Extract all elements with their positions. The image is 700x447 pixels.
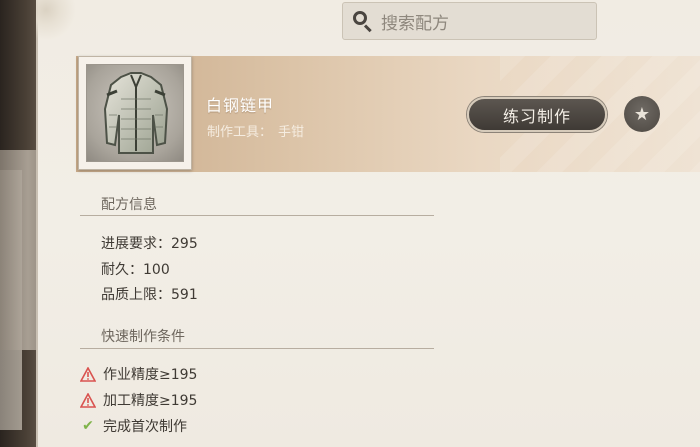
side-tab (0, 150, 40, 350)
search-icon[interactable] (351, 9, 375, 33)
recipe-info-title: 配方信息 (101, 197, 157, 213)
check-icon: ✔ (82, 417, 94, 434)
stat-label: 品质上限： (101, 287, 171, 303)
stat-durability: 耐久：100 (101, 259, 170, 279)
stat-label: 进展要求： (101, 236, 171, 252)
stat-value: 100 (143, 262, 170, 278)
favorite-button[interactable]: ★ (624, 96, 660, 132)
search-placeholder: 搜索配方 (381, 13, 449, 34)
stat-label: 耐久： (101, 262, 143, 278)
corner-ornament (36, 0, 96, 40)
section-divider (80, 348, 434, 349)
search-input[interactable]: 搜索配方 (342, 2, 597, 40)
practice-craft-button[interactable]: 练习制作 (467, 97, 607, 132)
condition-item: ✔ 完成首次制作 (80, 416, 187, 436)
stat-value: 295 (171, 236, 198, 252)
warning-icon (79, 365, 97, 382)
condition-item: 加工精度≥195 (79, 390, 198, 410)
item-name: 白钢链甲 (206, 96, 275, 115)
item-icon-frame[interactable] (78, 56, 192, 170)
crafting-tool-label: 制作工具： (207, 125, 273, 140)
condition-text: 加工精度≥195 (103, 393, 198, 409)
stat-quality-cap: 品质上限：591 (101, 284, 198, 304)
condition-text: 完成首次制作 (103, 419, 187, 435)
quick-craft-title: 快速制作条件 (101, 329, 185, 345)
condition-item: 作业精度≥195 (79, 364, 198, 384)
condition-text: 作业精度≥195 (103, 367, 198, 383)
crafting-tool-value: 手钳 (278, 125, 305, 140)
stat-value: 591 (171, 287, 198, 303)
warning-icon (79, 391, 97, 408)
crafting-tool: 制作工具： 手钳 (207, 121, 304, 140)
star-icon: ★ (633, 103, 651, 125)
chainmail-icon (86, 64, 184, 162)
section-divider (80, 215, 434, 216)
stat-progress: 进展要求：295 (101, 233, 198, 253)
